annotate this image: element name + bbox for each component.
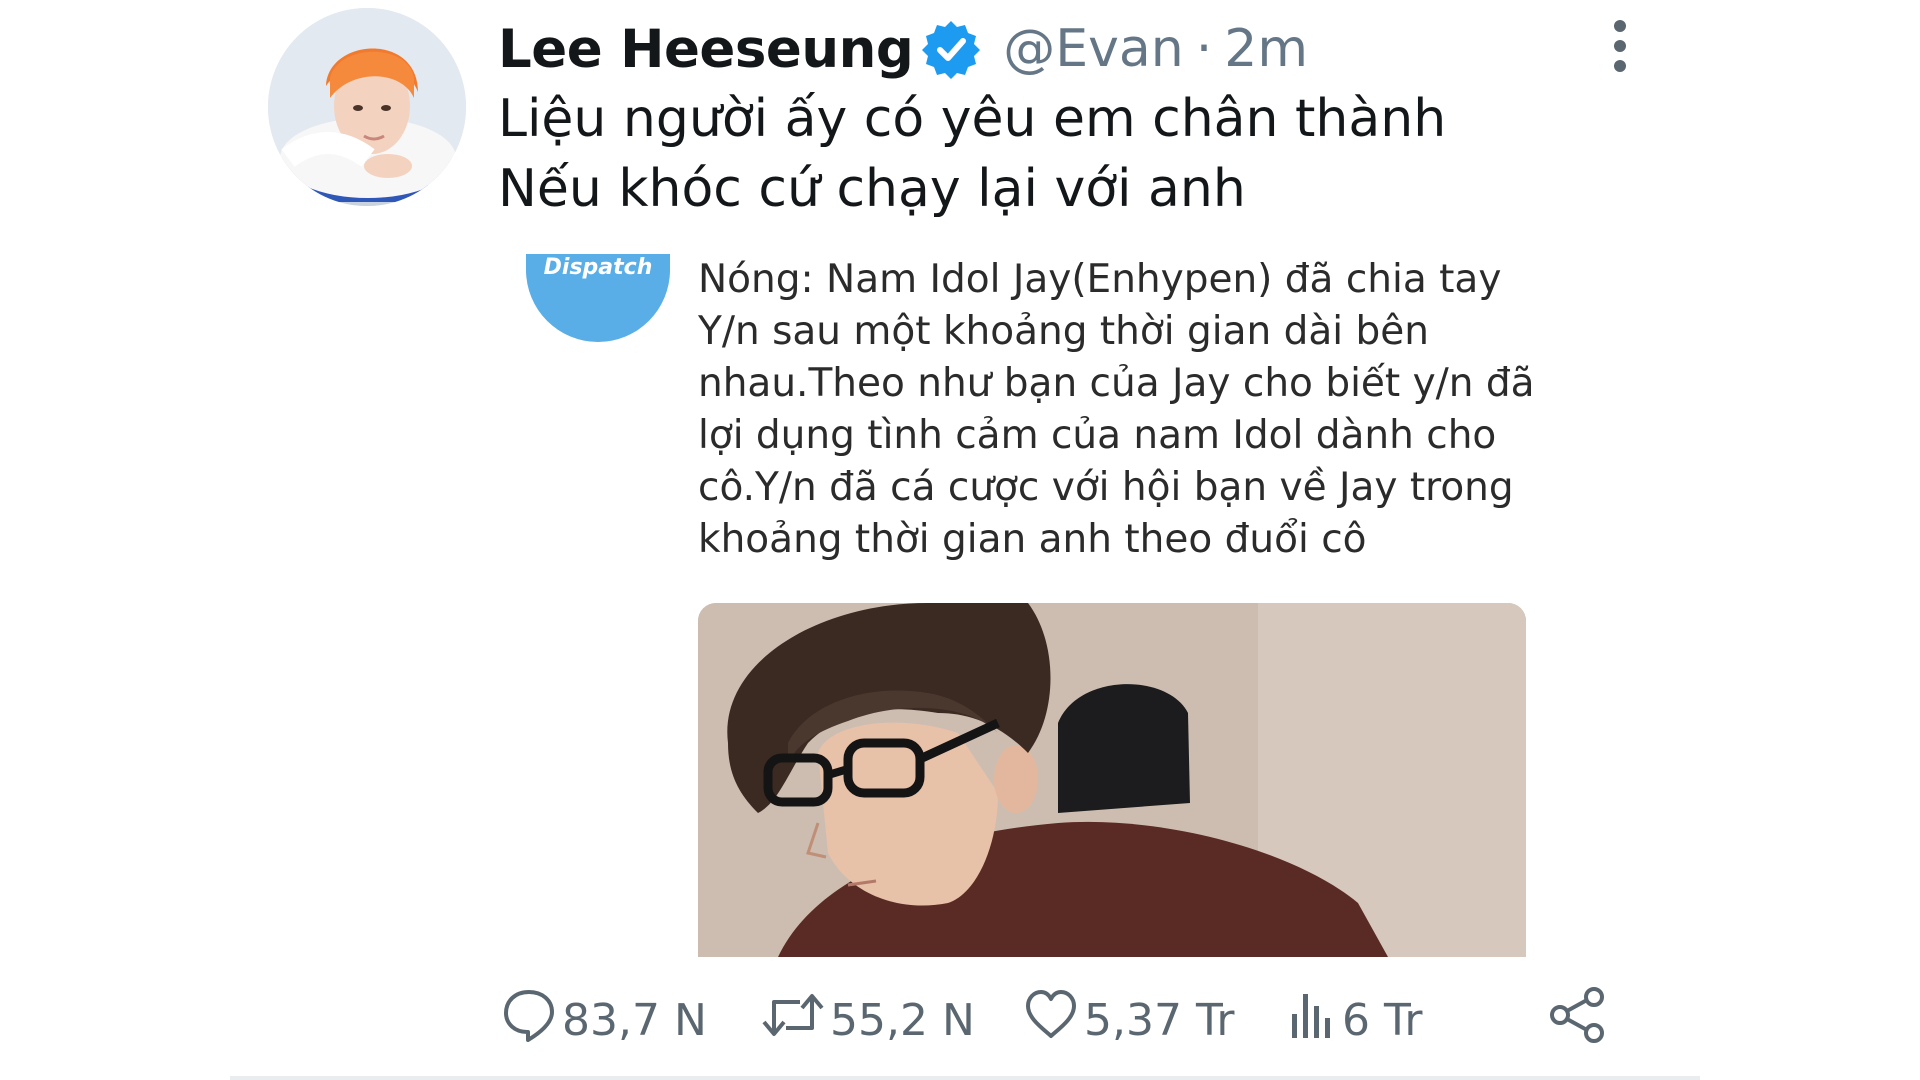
action-bar: 83,7 N 55,2 N 5,37 Tr 6 Tr bbox=[0, 985, 1920, 1055]
verified-badge-icon bbox=[919, 17, 983, 81]
more-vertical-icon[interactable] bbox=[1605, 18, 1635, 74]
reply-button[interactable]: 83,7 N bbox=[500, 985, 707, 1055]
views-count: 6 Tr bbox=[1342, 994, 1423, 1046]
user-handle[interactable]: @Evan bbox=[1003, 19, 1183, 79]
share-icon bbox=[1548, 985, 1608, 1056]
tweet-text-line: Nếu khóc cứ chạy lại với anh bbox=[498, 159, 1246, 219]
retweet-icon bbox=[760, 986, 826, 1055]
tweet-header: Lee Heeseung @Evan · 2m bbox=[498, 14, 1308, 84]
like-button[interactable]: 5,37 Tr bbox=[1022, 985, 1234, 1055]
timestamp[interactable]: 2m bbox=[1224, 19, 1308, 79]
reply-count: 83,7 N bbox=[562, 994, 707, 1046]
quoted-text-line: lợi dụng tình cảm của nam Idol dành cho bbox=[698, 413, 1497, 458]
avatar[interactable] bbox=[268, 8, 466, 206]
tweet-text: Liệu người ấy có yêu em chân thành Nếu k… bbox=[498, 84, 1446, 224]
quoted-text-line: cô.Y/n đã cá cược với hội bạn về Jay tro… bbox=[698, 465, 1514, 510]
share-button[interactable] bbox=[1548, 985, 1612, 1055]
views-icon bbox=[1288, 986, 1338, 1055]
quoted-text-line: Y/n sau một khoảng thời gian dài bên bbox=[698, 309, 1429, 354]
dispatch-logo-text: Dispatch bbox=[544, 255, 653, 280]
quoted-text-line: nhau.Theo như bạn của Jay cho biết y/n đ… bbox=[698, 361, 1535, 406]
like-count: 5,37 Tr bbox=[1084, 994, 1235, 1046]
heart-icon bbox=[1022, 986, 1080, 1055]
separator-dot: · bbox=[1195, 19, 1213, 79]
quoted-text-line: Nóng: Nam Idol Jay(Enhypen) đã chia tay bbox=[698, 257, 1502, 302]
tweet: Lee Heeseung @Evan · 2m Liệu người ấy có… bbox=[0, 0, 1920, 1080]
retweet-button[interactable]: 55,2 N bbox=[760, 985, 975, 1055]
reply-icon bbox=[500, 986, 558, 1055]
retweet-count: 55,2 N bbox=[830, 994, 975, 1046]
attached-photo[interactable] bbox=[698, 603, 1526, 957]
quoted-text-line: khoảng thời gian anh theo đuổi cô bbox=[698, 517, 1367, 562]
quoted-post-text: Nóng: Nam Idol Jay(Enhypen) đã chia tay … bbox=[698, 254, 1578, 566]
tweet-text-line: Liệu người ấy có yêu em chân thành bbox=[498, 89, 1447, 149]
display-name[interactable]: Lee Heeseung bbox=[498, 19, 914, 80]
dispatch-logo: Dispatch bbox=[520, 250, 676, 360]
divider bbox=[230, 1076, 1700, 1080]
views-button[interactable]: 6 Tr bbox=[1288, 985, 1422, 1055]
